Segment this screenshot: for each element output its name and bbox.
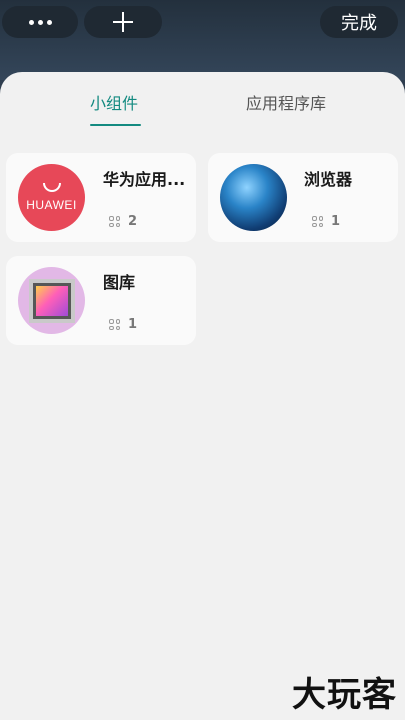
- gallery-photo-icon: [18, 267, 85, 334]
- huawei-appgallery-icon: HUAWEI: [18, 164, 85, 231]
- widget-count: 2: [109, 214, 137, 229]
- app-card-gallery[interactable]: 图库 1: [6, 256, 196, 345]
- widget-grid-icon: [109, 216, 120, 227]
- widget-grid-icon: [109, 319, 120, 330]
- app-title: 浏览器: [304, 170, 353, 189]
- widget-count-value: 1: [128, 317, 138, 332]
- tab-app-library[interactable]: 应用程序库: [246, 90, 326, 114]
- done-button[interactable]: 完成: [320, 6, 398, 38]
- add-button[interactable]: [84, 6, 162, 38]
- widget-count-value: 1: [331, 214, 341, 229]
- app-title: 图库: [103, 273, 136, 292]
- more-dots-icon: [28, 19, 52, 25]
- plus-icon: [113, 12, 133, 32]
- active-tab-indicator: [90, 124, 141, 126]
- widget-count-value: 2: [128, 214, 138, 229]
- widget-picker-sheet: 小组件 应用程序库 HUAWEI 华为应用... 2 浏览器 1 图库 1: [0, 72, 405, 720]
- widget-count: 1: [312, 214, 340, 229]
- widget-count: 1: [109, 317, 137, 332]
- top-bar: 完成: [0, 0, 405, 80]
- huawei-icon-text: HUAWEI: [26, 198, 77, 212]
- tab-widgets[interactable]: 小组件: [90, 90, 138, 114]
- app-title: 华为应用...: [103, 170, 186, 189]
- app-card-browser[interactable]: 浏览器 1: [208, 153, 398, 242]
- app-card-huawei[interactable]: HUAWEI 华为应用... 2: [6, 153, 196, 242]
- more-button[interactable]: [2, 6, 78, 38]
- globe-browser-icon: [220, 164, 287, 231]
- watermark-logo: 大玩客: [292, 675, 397, 715]
- widget-grid-icon: [312, 216, 323, 227]
